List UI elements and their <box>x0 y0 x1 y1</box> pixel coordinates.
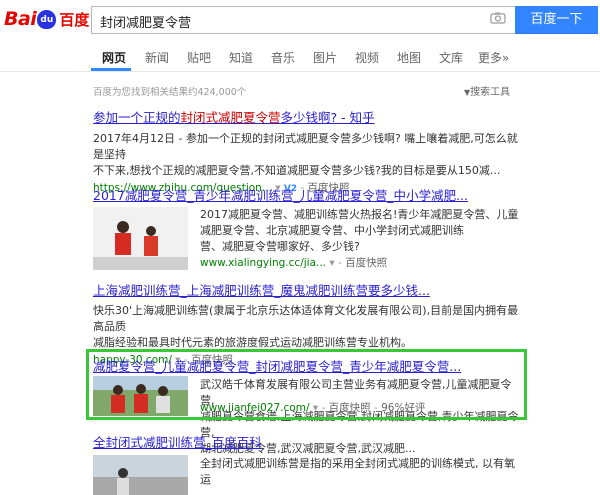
result-url[interactable]: www.xialingying.cc/jia... <box>200 257 326 269</box>
result-thumbnail[interactable] <box>93 207 188 270</box>
header: Bai du 百度 封闭减肥夏令营 百度一下 <box>0 0 600 42</box>
tab-map[interactable]: 地图 <box>397 49 421 66</box>
result-abstract: 2017减肥夏令营、减肥训练营火热报名!青少年减肥夏令营、儿童 减肥夏令营、北京… <box>200 207 530 255</box>
search-result: 参加一个正规的封闭式减肥夏令营多少钱啊? - 知乎 2017年4月12日 - 参… <box>93 107 523 195</box>
title-part: 多少钱啊? - 知乎 <box>280 110 375 125</box>
search-result: 2017减肥夏令营_青少年减肥训练营_儿童减肥夏令营_中小学减肥... <box>93 185 523 204</box>
search-tools-label: 搜索工具 <box>470 87 511 98</box>
logo-text: Bai <box>4 8 37 30</box>
abstract-line: 快乐30'上海减肥训练营(隶属于北京乐达体适体育文化发展有限公司),目前是国内拥… <box>93 304 519 333</box>
search-result: 全封闭式减肥训练营_百度百科 <box>93 432 523 451</box>
abstract-line: 不下来,想找个正规的减肥夏令营,不知道减肥夏令营多少钱?我的目标是要从150减.… <box>93 164 501 177</box>
search-input[interactable]: 封闭减肥夏令营 <box>91 6 516 34</box>
result-count: 百度为您找到相关结果约424,000个 <box>93 87 247 98</box>
highlight-box <box>86 349 527 420</box>
tab-news[interactable]: 新闻 <box>145 49 169 66</box>
tab-more[interactable]: 更多» <box>478 49 509 66</box>
paw-icon: du <box>37 9 57 29</box>
search-button[interactable]: 百度一下 <box>515 6 598 34</box>
tab-web[interactable]: 网页 <box>102 49 126 66</box>
result-abstract: 2017年4月12日 - 参加一个正规的封闭式减肥夏令营多少钱啊? 嘴上嚷着减肥… <box>93 131 523 179</box>
thumbnail-image <box>93 455 188 495</box>
result-abstract: 全封闭式减肥训练营是指的采用全封闭式减肥的训练模式, 以有氧运 <box>200 456 525 488</box>
tab-tieba[interactable]: 贴吧 <box>187 49 211 66</box>
baidu-logo[interactable]: Bai du 百度 <box>4 6 89 32</box>
abstract-line: 营、减肥夏令营哪家好、多少钱? <box>200 240 360 253</box>
abstract-line: 2017年4月12日 - 参加一个正规的封闭式减肥夏令营多少钱啊? 嘴上嚷着减肥… <box>93 132 518 161</box>
active-tab-underline <box>91 68 131 71</box>
result-title[interactable]: 全封闭式减肥训练营_百度百科 <box>93 432 523 451</box>
search-query: 封闭减肥夏令营 <box>100 16 192 31</box>
abstract-line: 全封闭式减肥训练营是指的采用全封闭式减肥的训练模式, 以有氧运 <box>200 457 515 486</box>
abstract-line: 2017减肥夏令营、减肥训练营火热报名!青少年减肥夏令营、儿童 <box>200 208 519 221</box>
title-highlight: 封闭式减肥夏令营 <box>180 110 281 125</box>
result-url-row: www.xialingying.cc/jia... ▾ - 百度快照 <box>200 257 388 269</box>
tab-zhidao[interactable]: 知道 <box>229 49 253 66</box>
tab-images[interactable]: 图片 <box>313 49 337 66</box>
tab-wenku[interactable]: 文库 <box>439 49 463 66</box>
thumbnail-image <box>93 207 188 270</box>
result-title[interactable]: 上海减肥训练营_上海减肥训练营_魔鬼减肥训练营要多少钱... <box>93 280 523 299</box>
abstract-line: 减肥夏令营、北京减肥夏令营、中小学封闭式减肥训练 <box>200 224 464 237</box>
nav-tabs: 网页 新闻 贴吧 知道 音乐 图片 视频 地图 文库 更多» <box>0 42 600 72</box>
title-part: 参加一个正规的 <box>93 110 181 125</box>
result-title[interactable]: 2017减肥夏令营_青少年减肥训练营_儿童减肥夏令营_中小学减肥... <box>93 185 523 204</box>
logo-text-cn: 百度 <box>59 10 90 29</box>
dropdown-icon[interactable]: ▾ <box>329 257 334 269</box>
result-abstract: 快乐30'上海减肥训练营(隶属于北京乐达体适体育文化发展有限公司),目前是国内拥… <box>93 303 523 351</box>
result-title[interactable]: 参加一个正规的封闭式减肥夏令营多少钱啊? - 知乎 <box>93 107 523 126</box>
tab-video[interactable]: 视频 <box>355 49 379 66</box>
result-thumbnail[interactable] <box>93 455 188 495</box>
search-tools[interactable]: ▼搜索工具 <box>464 83 510 98</box>
tab-music[interactable]: 音乐 <box>271 49 295 66</box>
camera-icon[interactable] <box>490 12 506 24</box>
snapshot-link[interactable]: 百度快照 <box>345 257 387 269</box>
